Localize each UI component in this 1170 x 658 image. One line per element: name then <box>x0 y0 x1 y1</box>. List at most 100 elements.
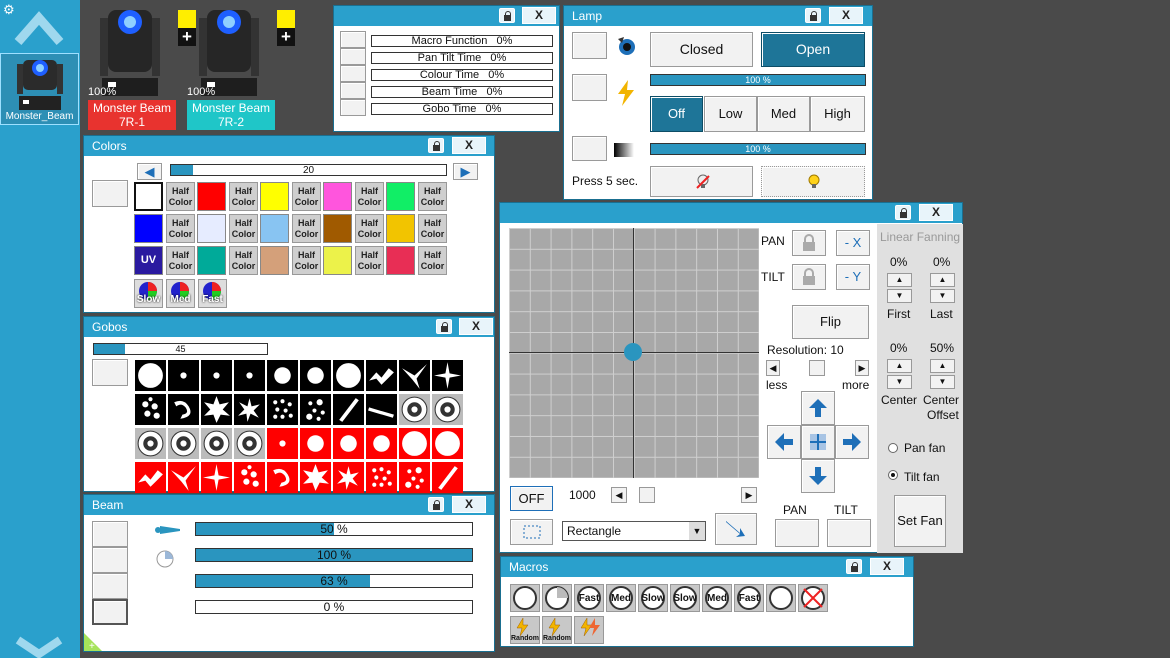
gobo-dots[interactable] <box>234 462 265 493</box>
close-button[interactable]: X <box>829 7 863 24</box>
gobo-mid[interactable] <box>300 428 331 459</box>
move-right-button[interactable] <box>835 425 869 459</box>
color-speed-med[interactable]: Med <box>166 279 195 308</box>
beam-button-3[interactable] <box>92 573 128 599</box>
half-color-swatch[interactable]: Half Color <box>166 182 195 211</box>
gobo-swirl[interactable] <box>168 394 199 425</box>
tilt-fan-radio[interactable] <box>888 470 898 480</box>
gobo-spray2[interactable] <box>399 462 430 493</box>
macro-button[interactable] <box>542 584 572 612</box>
beam-button-2[interactable] <box>92 547 128 573</box>
gobo-dot[interactable] <box>267 428 298 459</box>
gobo-wheel[interactable] <box>432 394 463 425</box>
half-color-swatch[interactable]: Half Color <box>292 246 321 275</box>
gobo-wheel[interactable] <box>168 428 199 459</box>
close-button[interactable]: X <box>919 204 953 221</box>
gobo-burst2[interactable] <box>333 462 364 493</box>
swap-button[interactable] <box>715 513 757 545</box>
invert-y-button[interactable]: - Y <box>836 264 870 290</box>
pan-tilt-time-bar[interactable]: Pan Tilt Time 0% <box>371 52 553 64</box>
pan-tilt-time-button[interactable] <box>340 48 366 65</box>
closed-button[interactable]: Closed <box>650 32 753 67</box>
flip-button[interactable]: Flip <box>792 305 869 339</box>
half-color-swatch[interactable]: Half Color <box>166 246 195 275</box>
beam-bar[interactable]: 63 % <box>195 574 473 588</box>
chevron-down-icon[interactable] <box>14 636 64 658</box>
first-up-button[interactable]: ▲ <box>887 273 912 287</box>
color-swatch[interactable] <box>323 246 352 275</box>
strobe-bar[interactable]: 100 % <box>650 74 866 86</box>
strobe-button[interactable] <box>572 74 607 101</box>
color-swatch[interactable] <box>386 246 415 275</box>
color-swatch[interactable] <box>323 214 352 243</box>
close-button[interactable]: X <box>452 137 486 154</box>
half-color-swatch[interactable]: Half Color <box>229 246 258 275</box>
colour-time-button[interactable] <box>340 65 366 82</box>
macro-button[interactable] <box>510 584 540 612</box>
gobo-select-button[interactable] <box>92 359 128 386</box>
gobo-mid[interactable] <box>366 428 397 459</box>
center-down-button[interactable]: ▼ <box>887 375 912 389</box>
gobo-slider[interactable]: 45 <box>93 343 268 355</box>
last-up-button[interactable]: ▲ <box>930 273 955 287</box>
pan-fan-radio[interactable] <box>888 443 898 453</box>
level-med-button[interactable]: Med <box>757 96 810 132</box>
gobo-dot[interactable] <box>201 360 232 391</box>
offset-up-button[interactable]: ▲ <box>930 359 955 373</box>
pan-lock-button[interactable] <box>792 230 826 256</box>
invert-x-button[interactable]: - X <box>836 230 870 256</box>
resize-grip-icon[interactable]: + <box>84 633 104 654</box>
offset-down-button[interactable]: ▼ <box>930 375 955 389</box>
color-swatch[interactable] <box>323 182 352 211</box>
close-button[interactable]: X <box>459 318 493 335</box>
set-fan-button[interactable]: Set Fan <box>894 495 946 547</box>
gobo-dots[interactable] <box>135 394 166 425</box>
color-swatch[interactable] <box>386 214 415 243</box>
lock-icon[interactable] <box>436 319 452 334</box>
gobo-spray[interactable] <box>366 462 397 493</box>
color-swatch[interactable] <box>260 214 289 243</box>
chevron-up-icon[interactable] <box>14 8 64 48</box>
speed-more-button[interactable]: ▶ <box>741 487 757 503</box>
gobo-burst[interactable] <box>201 394 232 425</box>
gobo-spray[interactable] <box>267 394 298 425</box>
first-down-button[interactable]: ▼ <box>887 289 912 303</box>
lamp-on-button[interactable] <box>761 166 865 197</box>
lock-icon[interactable] <box>428 138 444 153</box>
beam-button-1[interactable] <box>92 521 128 547</box>
colour-time-bar[interactable]: Colour Time 0% <box>371 69 553 81</box>
gobo-mid[interactable] <box>333 428 364 459</box>
add-icon[interactable]: + <box>277 28 295 46</box>
half-color-swatch[interactable]: Half Color <box>229 214 258 243</box>
gobo-mid[interactable] <box>300 360 331 391</box>
color-slider[interactable]: 20 <box>170 164 447 176</box>
color-swatch[interactable] <box>197 246 226 275</box>
shape-select[interactable]: Rectangle ▼ <box>562 521 706 541</box>
gobo-burst[interactable] <box>300 462 331 493</box>
gobo-wheel[interactable] <box>234 428 265 459</box>
fixture-tile-2[interactable]: 100% Monster Beam 7R-2 <box>187 0 275 130</box>
color-speed-slow[interactable]: Slow <box>134 279 163 308</box>
gobo-star[interactable] <box>201 462 232 493</box>
open-button[interactable]: Open <box>761 32 865 67</box>
gobo-dot[interactable] <box>168 360 199 391</box>
last-down-button[interactable]: ▼ <box>930 289 955 303</box>
macro-button[interactable] <box>766 584 796 612</box>
gobo-line[interactable] <box>333 394 364 425</box>
macro-button[interactable]: Med <box>606 584 636 612</box>
color-swatch[interactable] <box>386 182 415 211</box>
macro-button[interactable]: Slow <box>670 584 700 612</box>
gobo-big[interactable] <box>432 428 463 459</box>
gobo-line2[interactable] <box>366 394 397 425</box>
macro-random-button[interactable]: Random <box>510 616 540 644</box>
lock-icon[interactable] <box>895 205 911 220</box>
beam-time-bar[interactable]: Beam Time 0% <box>371 86 553 98</box>
tilt-bottom-button[interactable] <box>827 519 871 547</box>
tilt-lock-button[interactable] <box>792 264 826 290</box>
gobo-zig[interactable] <box>135 462 166 493</box>
macro-function-button[interactable] <box>340 31 366 48</box>
fixture-tile-1[interactable]: 100% Monster Beam 7R-1 <box>88 0 176 130</box>
gobo-spray2[interactable] <box>300 394 331 425</box>
resolution-slider-thumb[interactable] <box>809 360 825 376</box>
macro-random-button[interactable] <box>574 616 604 644</box>
